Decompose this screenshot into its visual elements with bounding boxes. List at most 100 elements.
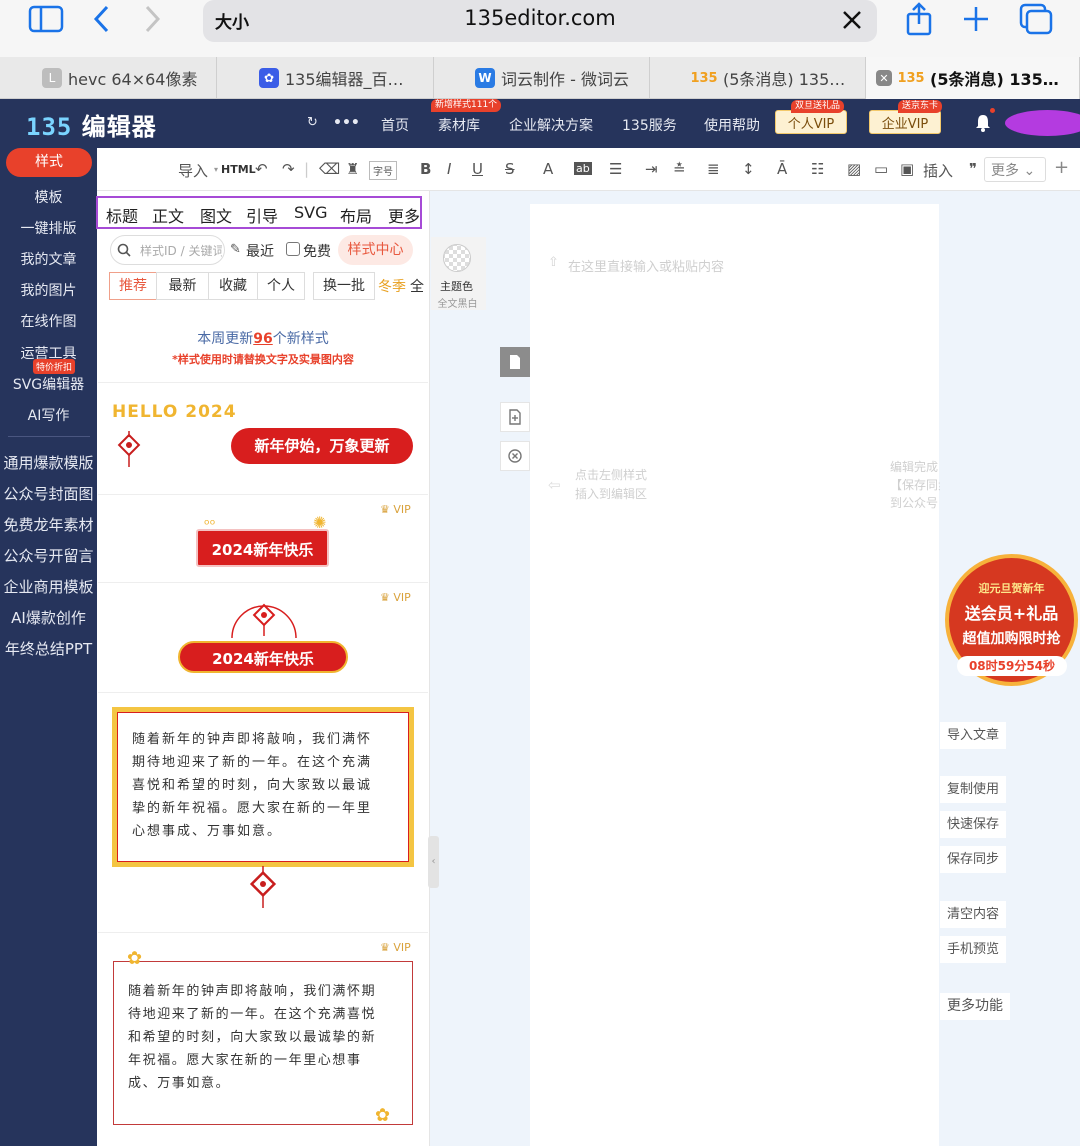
nav-item-ai-creation[interactable]: AI爆款创作 (0, 607, 97, 628)
all-black-white-toggle[interactable]: 全文黑白 (431, 295, 484, 310)
clear-content-button[interactable]: 清空内容 (940, 901, 1007, 928)
undo-icon[interactable]: ↶ (255, 160, 268, 178)
style-item[interactable]: 随着新年的钟声即将敲响，我们满怀 期待地迎来了新的一年。在这个充满 喜悦和希望的时刻… (98, 693, 428, 933)
font-size-select[interactable]: 字号 (369, 161, 397, 180)
mobile-preview-button[interactable]: 手机预览 (940, 936, 1007, 963)
bold-button[interactable]: B (420, 160, 431, 178)
close-icon[interactable] (841, 9, 863, 31)
strikethrough-button[interactable]: S (505, 160, 515, 178)
subtab-personal[interactable]: 个人 (257, 272, 305, 300)
nav-item-my-images[interactable]: 我的图片 (0, 280, 97, 300)
subtab-recommended[interactable]: 推荐 (109, 272, 157, 300)
add-document-icon[interactable] (500, 402, 530, 432)
quote-icon[interactable]: ❞ (969, 160, 977, 178)
letter-spacing-icon[interactable]: ↕ (742, 160, 755, 178)
font-color-button[interactable]: A (543, 160, 553, 178)
logo[interactable]: 135 编辑器 (26, 107, 157, 142)
personal-vip-button[interactable]: 个人VIP (775, 110, 847, 134)
url-text[interactable]: 135editor.com (203, 6, 877, 30)
style-item[interactable]: HELLO 2024 新年伊始，万象更新 (98, 383, 428, 495)
nav-item-my-articles[interactable]: 我的文章 (0, 249, 97, 269)
import-article-button[interactable]: 导入文章 (940, 722, 1007, 749)
browser-tab[interactable]: W 词云制作 - 微词云 (463, 57, 650, 99)
gallery-icon[interactable]: ▣ (900, 160, 914, 178)
nav-item-one-click-layout[interactable]: 一键排版 (0, 218, 97, 238)
tab-close-icon[interactable]: ✕ (876, 70, 892, 86)
text-transform-icon[interactable]: Ā (777, 160, 787, 178)
more-button[interactable]: 更多 ⌄ (984, 157, 1046, 182)
nav-item-hot-templates[interactable]: 通用爆款模版 (0, 452, 97, 473)
align-icon[interactable]: ☰ (609, 160, 622, 178)
more-functions-button[interactable]: 更多功能 (940, 993, 1010, 1020)
eraser-icon[interactable]: ⌫ (319, 160, 340, 178)
refresh-icon[interactable]: ↻ (307, 115, 318, 130)
nav-item-free-dragon-assets[interactable]: 免费龙年素材 (0, 514, 97, 535)
nav-item-svg-editor[interactable]: SVG编辑器 (0, 374, 97, 394)
nav-item-year-end-ppt[interactable]: 年终总结PPT (0, 638, 97, 659)
import-button[interactable]: 导入 (178, 160, 208, 181)
format-painter-icon[interactable]: ♜ (346, 160, 359, 178)
bell-icon[interactable] (975, 114, 991, 132)
refresh-batch-button[interactable]: 换一批 (313, 272, 375, 300)
line-spacing-icon[interactable]: ≣ (707, 160, 720, 178)
tab-layout[interactable]: 布局 (340, 203, 372, 227)
panel-collapse-handle[interactable]: ‹ (428, 836, 439, 888)
new-tab-icon[interactable] (962, 5, 990, 33)
copy-use-button[interactable]: 复制使用 (940, 776, 1007, 803)
tabs-overview-icon[interactable] (1019, 3, 1053, 35)
theme-color-widget[interactable]: 主题色 全文黑白 (431, 237, 486, 310)
nav-item-ai-writing[interactable]: AI写作 (0, 405, 97, 425)
nav-enterprise-solutions[interactable]: 企业解决方案 (509, 115, 593, 135)
background-color-button[interactable]: ab (574, 162, 592, 175)
back-icon[interactable] (92, 4, 112, 34)
address-bar[interactable]: 大小 135editor.com (203, 0, 877, 42)
style-item[interactable]: ♛ VIP 2024新年快乐 ᵒᵒ ✺ (98, 495, 428, 583)
clear-icon[interactable] (500, 441, 530, 471)
indent-icon[interactable]: ⇥ (645, 160, 658, 178)
save-sync-button[interactable]: 保存同步 (940, 846, 1007, 873)
redo-icon[interactable]: ↷ (282, 160, 295, 178)
style-item[interactable]: ♛ VIP ✿ ✿ 随着新年的钟声即将敲响，我们满怀期 待地迎来了新的一年。在这个… (98, 933, 428, 1146)
browser-tab[interactable]: ✿ 135编辑器_百… (247, 57, 434, 99)
free-checkbox[interactable] (286, 242, 300, 256)
enterprise-vip-button[interactable]: 企业VIP (869, 110, 941, 134)
forward-icon[interactable] (142, 4, 162, 34)
nav-item-enterprise-templates[interactable]: 企业商用模板 (0, 576, 97, 597)
nav-materials[interactable]: 素材库 (438, 115, 480, 135)
nav-home[interactable]: 首页 (381, 115, 409, 135)
quick-save-button[interactable]: 快速保存 (940, 811, 1007, 838)
image-icon[interactable]: ▭ (874, 160, 888, 178)
recent-filter[interactable]: 最近 (246, 241, 274, 261)
tab-more[interactable]: 更多 (388, 203, 420, 227)
subtab-favorites[interactable]: 收藏 (208, 272, 258, 300)
browser-tab[interactable]: L hevc 64×64像素 (30, 57, 217, 99)
nav-135-service[interactable]: 135服务 (622, 115, 677, 135)
nav-item-enable-comments[interactable]: 公众号开留言 (0, 545, 97, 566)
document-icon[interactable] (500, 347, 530, 377)
nav-item-style[interactable]: 样式 (6, 148, 92, 177)
tab-image-text[interactable]: 图文 (200, 203, 232, 227)
pattern-icon[interactable]: ▨ (847, 160, 861, 178)
tab-guide[interactable]: 引导 (246, 203, 278, 227)
underline-button[interactable]: U (472, 160, 483, 178)
editor-canvas[interactable] (530, 204, 939, 1146)
browser-tab-active[interactable]: ✕ 135 (5条消息) 135… (866, 57, 1080, 99)
all-filter[interactable]: 全 (410, 276, 428, 296)
browser-tab[interactable]: 135 (5条消息) 135… (679, 57, 866, 99)
nav-item-cover-image[interactable]: 公众号封面图 (0, 483, 97, 504)
style-item[interactable]: ♛ VIP 2024新年快乐 (98, 583, 428, 693)
paragraph-spacing-icon[interactable]: ≛ (673, 160, 686, 178)
promo-badge[interactable]: 迎元旦贺新年 送会员+礼品 超值加购限时抢 08时59分54秒 (945, 554, 1078, 686)
list-icon[interactable]: ☷ (811, 160, 824, 178)
add-icon[interactable]: + (1054, 157, 1069, 178)
tab-svg[interactable]: SVG (294, 203, 328, 222)
tab-body[interactable]: 正文 (152, 203, 184, 227)
nav-item-template[interactable]: 模板 (0, 187, 97, 207)
season-filter[interactable]: 冬季 (378, 276, 406, 296)
nav-item-online-design[interactable]: 在线作图 (0, 311, 97, 331)
html-button[interactable]: HTML (221, 163, 256, 176)
nav-help[interactable]: 使用帮助 (704, 115, 760, 135)
insert-button[interactable]: 插入 (923, 160, 953, 181)
share-icon[interactable] (904, 2, 934, 36)
tab-title[interactable]: 标题 (106, 203, 138, 227)
